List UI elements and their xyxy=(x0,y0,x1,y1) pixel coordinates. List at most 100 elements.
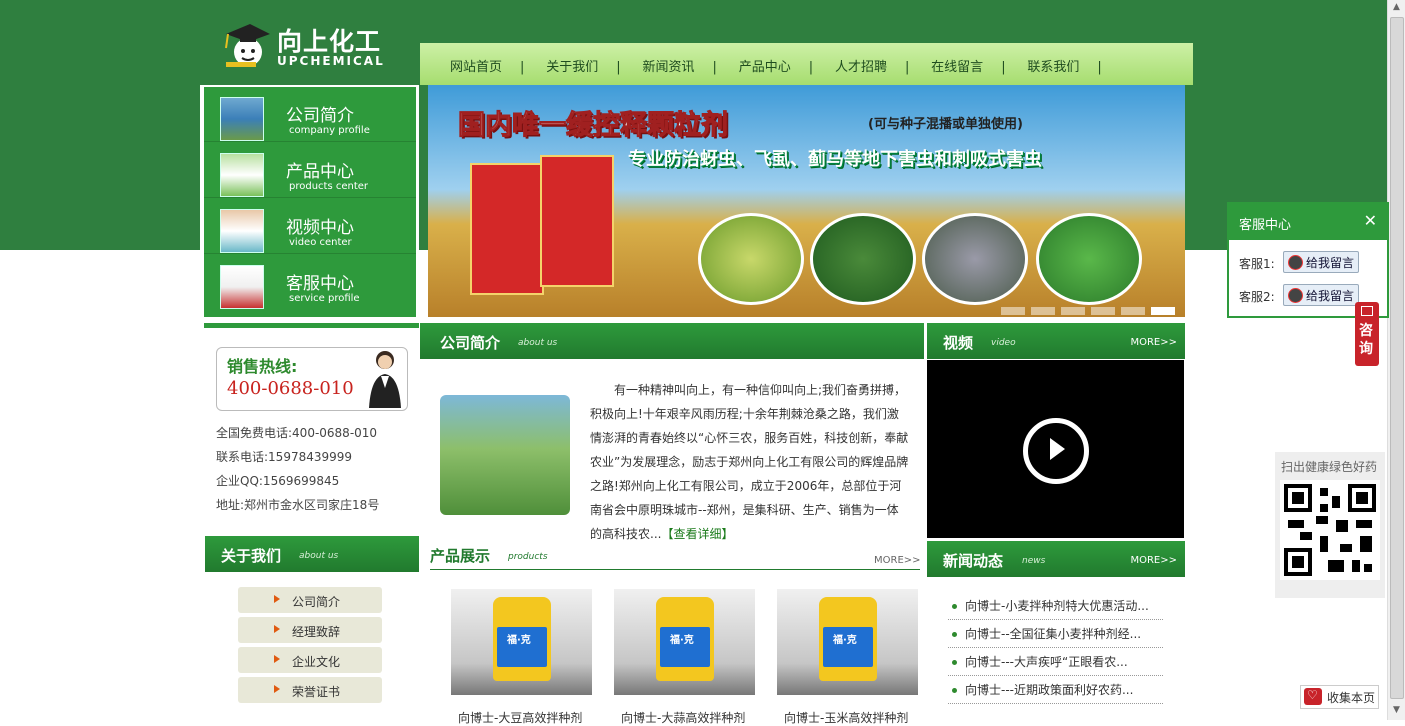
products-title-en: products xyxy=(508,552,548,562)
scroll-down-arrow-icon[interactable]: ▼ xyxy=(1391,705,1402,716)
contact-address: 地址:郑州市金水区司家庄18号 xyxy=(216,498,380,512)
news-divider xyxy=(948,675,1163,676)
hero-banner[interactable]: 国内唯一缓控释颗粒剂 (可与种子混播或单独使用) 专业防治蚜虫、飞虱、蓟马等地下… xyxy=(428,85,1185,317)
side-menu-item-video[interactable]: 视频中心 video center xyxy=(204,199,416,254)
contact-qq: 企业QQ:1569699845 xyxy=(216,474,340,488)
qr-label: 扫出健康绿色好药 xyxy=(1281,460,1378,474)
service-thumbnail xyxy=(220,265,264,309)
company-factory-image xyxy=(440,395,570,515)
about-us-header: 关于我们 about us xyxy=(205,536,419,572)
heart-icon: ♡ xyxy=(1304,688,1322,705)
news-item[interactable]: 向博士-小麦拌种剂特大优惠活动... xyxy=(952,597,1162,614)
slide-dot[interactable] xyxy=(1091,307,1115,315)
slide-dot[interactable] xyxy=(1031,307,1055,315)
product-card[interactable]: 福·克 xyxy=(777,589,918,695)
product-card[interactable]: 福·克 xyxy=(614,589,755,695)
mascot-logo-icon xyxy=(225,24,270,67)
news-more-link[interactable]: MORE>> xyxy=(1130,555,1177,566)
nav-item-about[interactable]: 关于我们 | xyxy=(546,56,638,75)
product-caption[interactable]: 向博士-玉米高效拌种剂 xyxy=(784,709,944,726)
bullet-icon xyxy=(952,632,957,637)
news-item[interactable]: 向博士---大声疾呼“正眼看农... xyxy=(952,653,1162,670)
slide-dot[interactable] xyxy=(1001,307,1025,315)
qq-icon xyxy=(1288,288,1303,303)
operator-person-icon xyxy=(369,351,401,408)
slide-dot-active[interactable] xyxy=(1151,307,1175,315)
product-caption[interactable]: 向博士-大蒜高效拌种剂 xyxy=(621,709,781,726)
banner-headline-note: (可与种子混播或单独使用) xyxy=(868,117,1023,132)
product-bottle-image: 福·克 xyxy=(656,597,714,681)
slide-dot[interactable] xyxy=(1061,307,1085,315)
video-more-link[interactable]: MORE>> xyxy=(1130,337,1177,348)
product-box-image xyxy=(540,155,614,287)
side-menu-item-products[interactable]: 产品中心 products center xyxy=(204,143,416,198)
vertical-scrollbar[interactable]: ▲ ▼ xyxy=(1387,0,1405,720)
product-card[interactable]: 福·克 xyxy=(451,589,592,695)
about-link-culture[interactable]: 企业文化 xyxy=(238,647,382,673)
consult-tab[interactable]: 咨询 xyxy=(1355,302,1379,366)
product-bottle-image: 福·克 xyxy=(493,597,551,681)
play-icon[interactable] xyxy=(1050,438,1065,460)
news-item[interactable]: 向博士---近期政策面利好农药... xyxy=(952,681,1162,698)
nav-item-news[interactable]: 新闻资讯 | xyxy=(642,56,734,75)
nav-item-jobs[interactable]: 人才招聘 | xyxy=(835,56,927,75)
news-divider xyxy=(948,619,1163,620)
products-divider xyxy=(430,569,920,570)
main-navigation: 网站首页 | 关于我们 | 新闻资讯 | 产品中心 | 人才招聘 | 在线留言 | 联系我们… xyxy=(420,43,1193,85)
banner-subline: 专业防治蚜虫、飞虱、蓟马等地下害虫和刺吸式害虫 xyxy=(628,149,1042,170)
side-menu: 公司简介 company profile 产品中心 products cente… xyxy=(200,85,419,319)
contact-phone: 联系电话:15978439999 xyxy=(216,450,353,464)
nav-item-products[interactable]: 产品中心 | xyxy=(739,56,831,75)
nav-item-message[interactable]: 在线留言 | xyxy=(931,56,1023,75)
video-thumbnail xyxy=(220,209,264,253)
product-bottle-image: 福·克 xyxy=(819,597,877,681)
products-more-link[interactable]: MORE>> xyxy=(874,555,921,566)
banner-headline: 国内唯一缓控释颗粒剂 xyxy=(458,110,729,142)
bullet-icon xyxy=(952,660,957,665)
bookmark-page-button[interactable]: ♡ 收集本页 xyxy=(1300,685,1379,709)
contact-free-phone: 全国免费电话:400-0688-010 xyxy=(216,426,378,440)
chat-icon xyxy=(1361,306,1373,316)
arrow-right-icon xyxy=(274,685,280,693)
service-panel-title: 客服中心 xyxy=(1239,218,1292,233)
sugarcane-circle-image xyxy=(922,213,1028,305)
qq-icon xyxy=(1288,255,1303,270)
service-row-1-label: 客服1: xyxy=(1239,257,1275,271)
news-divider xyxy=(948,647,1163,648)
arrow-right-icon xyxy=(274,595,280,603)
bullet-icon xyxy=(952,604,957,609)
nav-item-contact[interactable]: 联系我们 | xyxy=(1027,56,1119,75)
intro-more-link[interactable]: 【查看详细】 xyxy=(661,527,733,541)
video-header: 视频 video MORE>> xyxy=(927,323,1185,359)
company-intro-text: 有一种精神叫向上，有一种信仰叫向上;我们奋勇拼搏，积极向上!十年艰辛风雨历程;十… xyxy=(590,383,909,541)
scrollbar-thumb[interactable] xyxy=(1390,17,1404,699)
about-link-honors[interactable]: 荣誉证书 xyxy=(238,677,382,703)
watermelon-circle-image xyxy=(810,213,916,305)
qr-code-box: 扫出健康绿色好药 xyxy=(1275,452,1385,598)
qr-code-icon xyxy=(1280,480,1380,580)
nav-item-home[interactable]: 网站首页 | xyxy=(450,56,542,75)
leave-message-button[interactable]: 给我留言 xyxy=(1283,284,1359,306)
close-icon[interactable]: ✕ xyxy=(1364,211,1377,230)
hotline-number: 400-0688-010 xyxy=(227,378,354,399)
video-player[interactable] xyxy=(927,360,1184,538)
site-logo[interactable]: 向上化工 UPCHEMICAL xyxy=(220,22,400,72)
news-item[interactable]: 向博士--全国征集小麦拌种剂经... xyxy=(952,625,1162,642)
logo-name-cn: 向上化工 xyxy=(277,27,382,56)
scroll-up-arrow-icon[interactable]: ▲ xyxy=(1391,2,1402,13)
logo-name-en: UPCHEMICAL xyxy=(277,54,385,68)
about-link-manager[interactable]: 经理致辞 xyxy=(238,617,382,643)
sales-hotline-box: 销售热线: 400-0688-010 xyxy=(216,347,408,411)
arrow-right-icon xyxy=(274,655,280,663)
news-header: 新闻动态 news MORE>> xyxy=(927,541,1185,577)
product-caption[interactable]: 向博士-大豆高效拌种剂 xyxy=(458,709,618,726)
product-box-image xyxy=(470,163,544,295)
banner-slide-indicators xyxy=(995,304,1175,317)
about-link-company[interactable]: 公司简介 xyxy=(238,587,382,613)
side-menu-item-service[interactable]: 客服中心 service profile xyxy=(204,255,416,309)
side-menu-item-company[interactable]: 公司简介 company profile xyxy=(204,87,416,142)
hotline-label: 销售热线: xyxy=(227,357,298,376)
products-title: 产品展示 xyxy=(430,547,491,565)
leave-message-button[interactable]: 给我留言 xyxy=(1283,251,1359,273)
slide-dot[interactable] xyxy=(1121,307,1145,315)
